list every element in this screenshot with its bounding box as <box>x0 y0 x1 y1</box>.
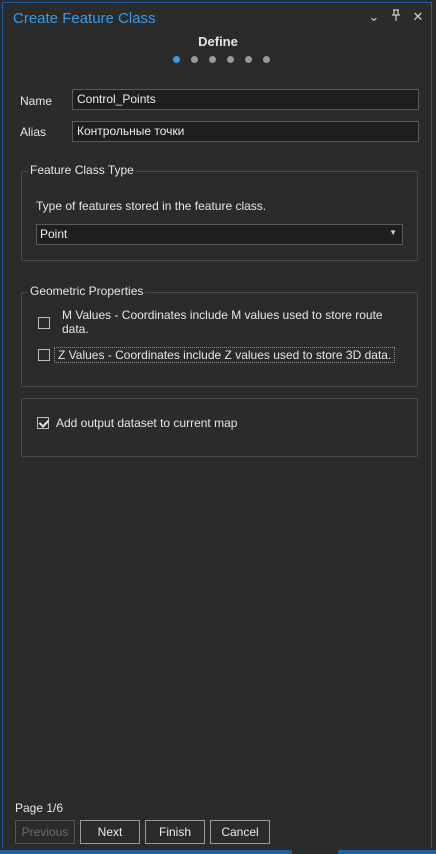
step-indicator <box>173 56 270 63</box>
next-button-label: Next <box>97 825 123 839</box>
next-button[interactable]: Next <box>80 820 140 844</box>
name-field[interactable]: Control_Points <box>72 89 419 110</box>
alias-label: Alias <box>20 125 47 139</box>
step-dot-6 <box>263 56 270 63</box>
m-values-checkbox[interactable] <box>38 317 50 329</box>
close-icon[interactable]: ✕ <box>412 9 424 25</box>
z-values-label[interactable]: Z Values - Coordinates include Z values … <box>54 347 396 363</box>
step-dot-5 <box>245 56 252 63</box>
geometric-properties-title: Geometric Properties <box>28 284 146 298</box>
status-strip-left <box>0 850 292 854</box>
chevron-down-icon[interactable]: ⌄ <box>368 9 380 25</box>
finish-button[interactable]: Finish <box>145 820 205 844</box>
name-label: Name <box>20 94 53 108</box>
feature-type-description: Type of features stored in the feature c… <box>36 199 267 213</box>
feature-type-selected: Point <box>40 227 68 241</box>
feature-class-type-group: Feature Class Type Type of features stor… <box>21 163 418 261</box>
step-dot-4 <box>227 56 234 63</box>
status-strip-right <box>338 850 436 854</box>
step-dot-1 <box>173 56 180 63</box>
alias-field[interactable]: Контрольные точки <box>72 121 419 142</box>
step-title: Define <box>198 34 238 49</box>
previous-button[interactable]: Previous <box>15 820 75 844</box>
geometric-properties-group: Geometric Properties M Values - Coordina… <box>21 284 418 387</box>
step-dot-2 <box>191 56 198 63</box>
dropdown-arrow-icon: ▼ <box>389 228 397 237</box>
cancel-button[interactable]: Cancel <box>210 820 270 844</box>
m-values-label[interactable]: M Values - Coordinates include M values … <box>62 308 383 336</box>
pin-icon[interactable] <box>390 9 402 25</box>
pane-title: Create Feature Class <box>13 10 156 27</box>
output-options-group: Add output dataset to current map <box>21 398 418 457</box>
add-to-map-checkbox[interactable] <box>37 417 49 429</box>
feature-class-type-title: Feature Class Type <box>28 163 136 177</box>
title-icons: ⌄ ✕ <box>368 9 424 25</box>
step-dot-3 <box>209 56 216 63</box>
page-indicator: Page 1/6 <box>15 801 64 815</box>
z-values-checkbox[interactable] <box>38 349 50 361</box>
add-to-map-label[interactable]: Add output dataset to current map <box>56 416 237 430</box>
feature-type-dropdown[interactable]: Point ▼ <box>36 224 403 245</box>
